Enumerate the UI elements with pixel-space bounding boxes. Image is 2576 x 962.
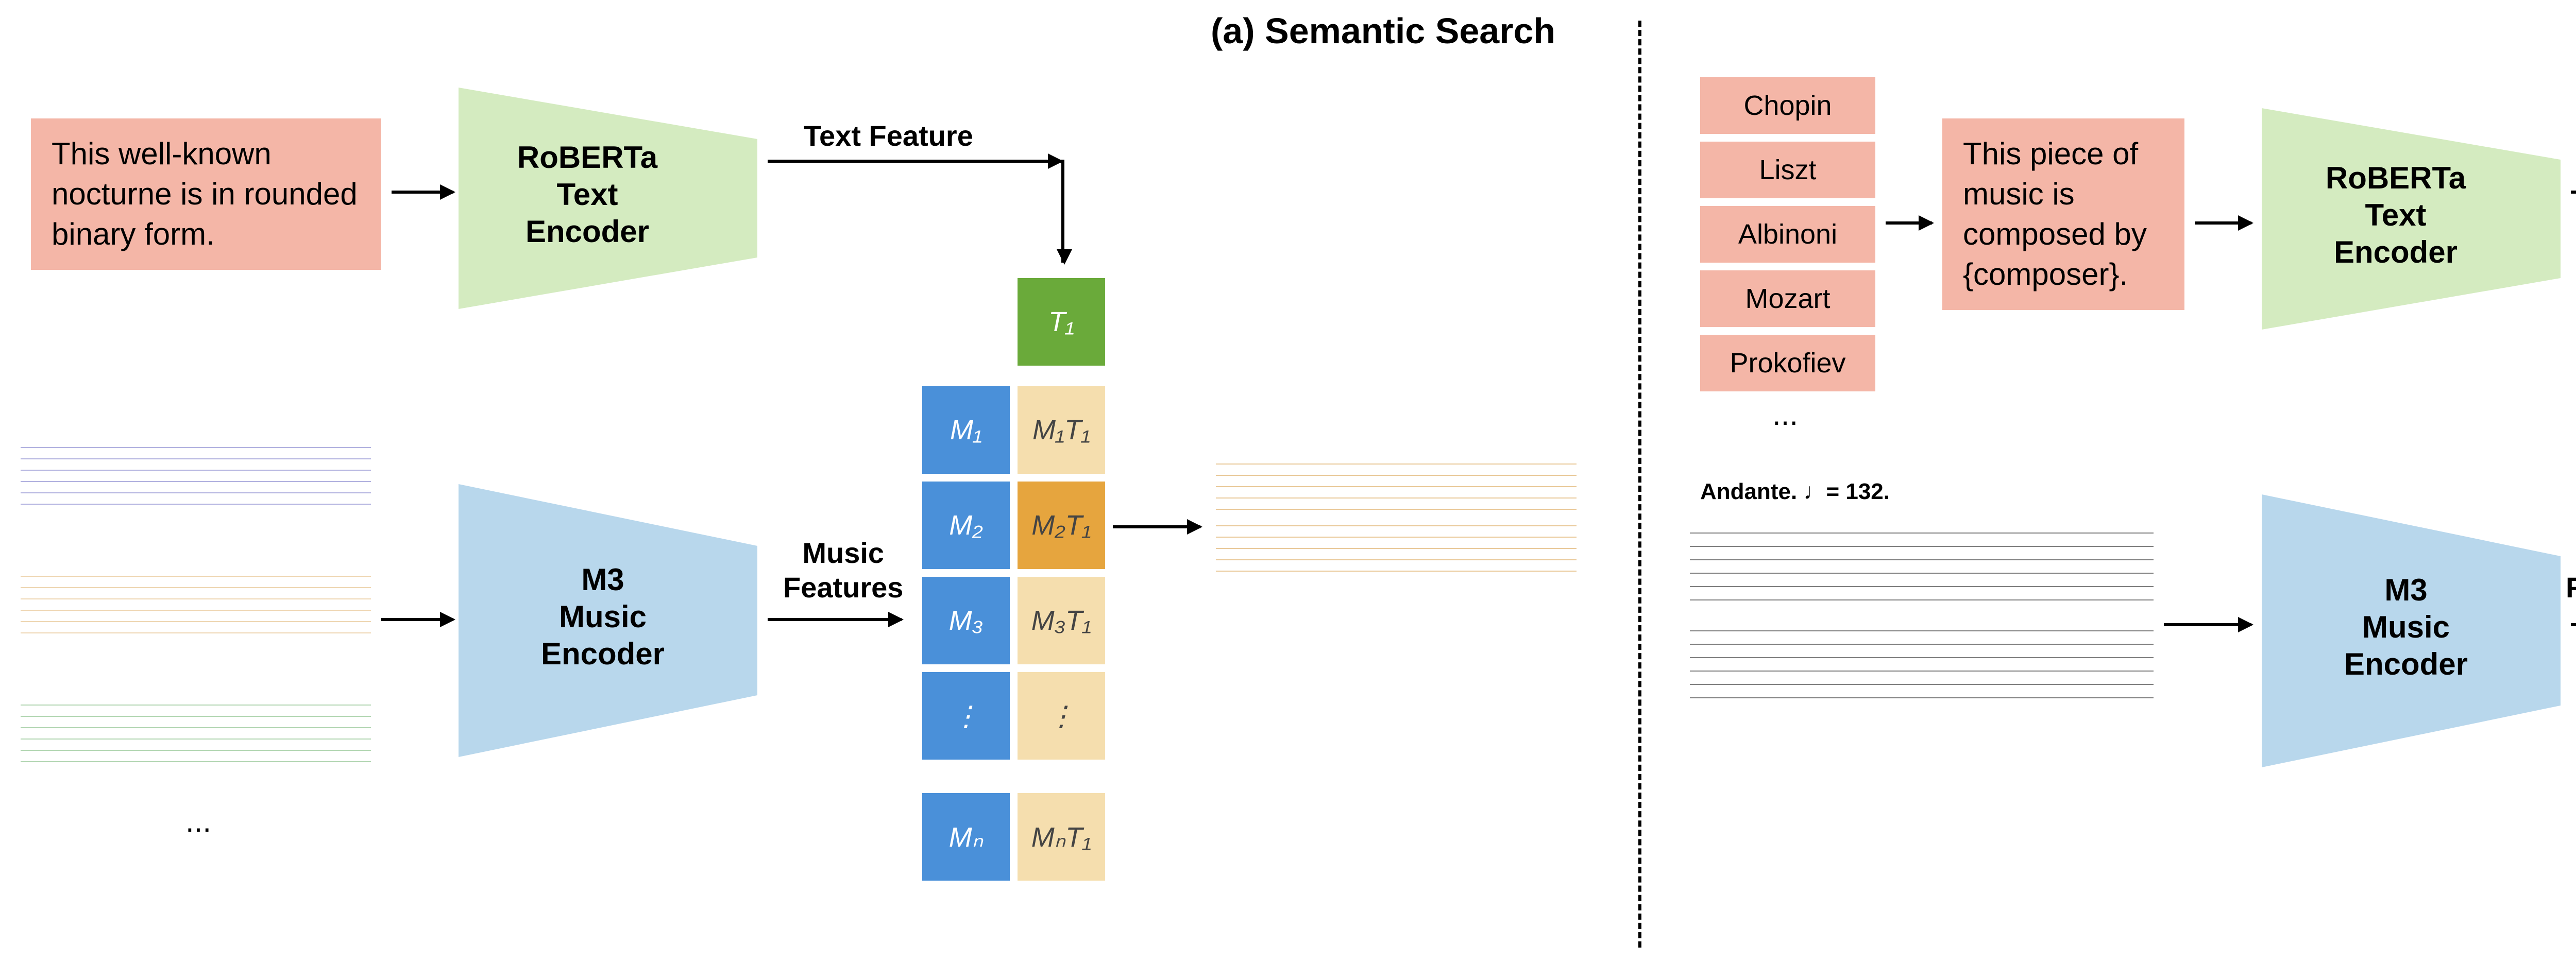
text-feature-label-a: Text Feature: [804, 118, 973, 153]
panel-divider: [1638, 21, 1641, 948]
arrow-musicenc-to-m: [768, 618, 902, 621]
composer-prokofiev: Prokofiev: [1700, 335, 1875, 391]
arrow-musicenc-to-m1-b: [2571, 623, 2576, 626]
arrow-best-to-result: [1113, 525, 1200, 528]
composer-chopin: Chopin: [1700, 77, 1875, 134]
m-dots-cell: ⋮: [922, 672, 1010, 760]
retrieved-score: [1216, 448, 1577, 582]
text-encoder-label-a: RoBERTa Text Encoder: [495, 139, 680, 250]
arrow-template-to-textenc: [2195, 221, 2251, 225]
arrow-query-to-textenc: [392, 191, 453, 194]
text-encoder-label-b: RoBERTa Text Encoder: [2303, 160, 2488, 271]
arrow-composers-to-template: [1886, 221, 1932, 225]
score-tempo-label: Andante. ♩= 132.: [1700, 479, 1890, 505]
arrow-t1-down: [1061, 160, 1064, 263]
mn-cell: Mₙ: [922, 793, 1010, 881]
music-feature-label-b: Music Feature: [2566, 536, 2576, 605]
mt-dots-cell: ⋮: [1018, 672, 1105, 760]
m1t1-cell: M₁T₁: [1018, 386, 1105, 474]
m3-cell: M₃: [922, 577, 1010, 664]
music-score-input-b: [1690, 510, 2154, 716]
arrow-textenc-right-b: [2571, 191, 2576, 194]
m1-cell: M₁: [922, 386, 1010, 474]
composers-ellipsis: ...: [1772, 397, 1798, 432]
arrow-scores-to-musicenc: [381, 618, 453, 621]
m2t1-cell: M₂T₁: [1018, 482, 1105, 569]
music-encoder-label-a: M3 Music Encoder: [520, 561, 685, 673]
query-text-box: This well-known nocturne is in rounded b…: [31, 118, 381, 270]
arrow-score-to-musicenc-b: [2164, 623, 2251, 626]
music-scores-input: [21, 438, 371, 788]
m2-cell: M₂: [922, 482, 1010, 569]
composer-liszt: Liszt: [1700, 142, 1875, 198]
music-features-label-a: Music Features: [783, 536, 903, 605]
panel-a-title: (a) Semantic Search: [1211, 10, 1555, 51]
template-box: This piece of music is composed by {comp…: [1942, 118, 2184, 310]
mnt1-cell: MₙT₁: [1018, 793, 1105, 881]
composer-mozart: Mozart: [1700, 270, 1875, 327]
scores-ellipsis: ...: [185, 803, 211, 839]
composer-albinoni: Albinoni: [1700, 206, 1875, 263]
m3t1-cell: M₃T₁: [1018, 577, 1105, 664]
arrow-textenc-to-t1: [768, 160, 1061, 163]
music-encoder-label-b: M3 Music Encoder: [2324, 572, 2488, 683]
t1-cell: T₁: [1018, 278, 1105, 366]
